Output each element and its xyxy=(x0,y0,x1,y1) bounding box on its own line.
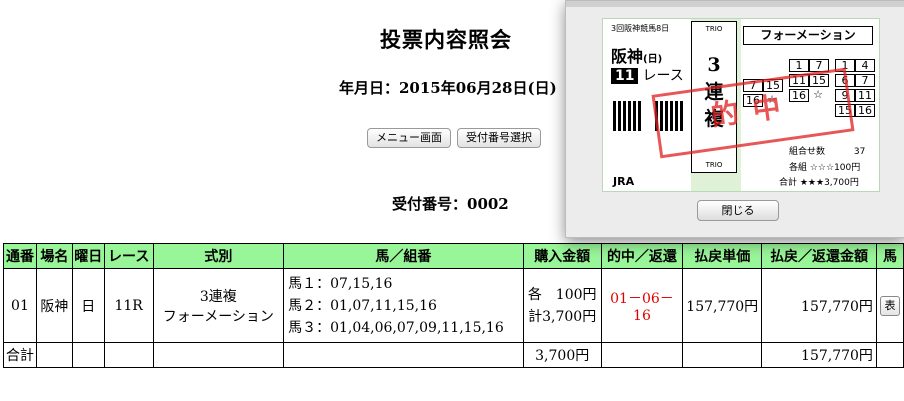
ticket-count-label: 組合せ数 xyxy=(789,147,826,157)
bet-method-text: フォーメーション xyxy=(162,308,274,325)
table-row: 01 阪神 日 11R 3連複 フォーメーション 馬１：07,15,16 馬２：… xyxy=(3,268,904,343)
receipt-number: 受付番号：0002 xyxy=(392,195,509,213)
header-race: レース xyxy=(103,243,154,269)
ticket-image: 3回阪神競馬8日 阪神(日) 11 レース JRA TRIO 3 連 複 TRIO… xyxy=(602,18,880,192)
ticket-total-line: 合計 ★★★3,700円 xyxy=(779,178,859,188)
ticket-race-label: レース xyxy=(642,68,684,84)
popup-titlebar[interactable] xyxy=(566,1,904,7)
header-payout: 払戻／返還金額 xyxy=(761,243,877,269)
cell-unit-payout: 157,770円 xyxy=(682,268,763,343)
horse-number: 16 xyxy=(855,104,875,117)
ticket-each-line: 各組 ☆☆☆100円 xyxy=(789,163,861,173)
amount-total: 計3,700円 xyxy=(528,308,597,325)
total-amount: 3,700円 xyxy=(522,342,602,368)
close-button[interactable]: 閉じる xyxy=(697,200,779,221)
ticket-trio-top: TRIO xyxy=(705,25,723,33)
ticket-count-value: 37 xyxy=(853,147,866,157)
ticket-formation-label: フォーメーション xyxy=(743,26,873,45)
ticket-popup: 3回阪神競馬8日 阪神(日) 11 レース JRA TRIO 3 連 複 TRIO… xyxy=(565,0,904,238)
horse-number: 4 xyxy=(855,59,875,72)
total-label: 合計 xyxy=(3,342,37,368)
header-combination: 馬／組番 xyxy=(283,243,524,269)
cell-seq: 01 xyxy=(3,268,37,343)
bet-type-text: 3連複 xyxy=(199,288,237,305)
bet-result-table: 通番 場名 曜日 レース 式別 馬／組番 購入金額 的中／返還 払戻単価 払戻／… xyxy=(3,243,904,368)
horse-number: 1 xyxy=(789,59,809,72)
cell-hit: 01－06－ 16 xyxy=(600,268,684,343)
menu-button[interactable]: メニュー画面 xyxy=(367,128,451,148)
header-unit-payout: 払戻単価 xyxy=(682,243,763,269)
ticket-trio-bottom: TRIO xyxy=(705,161,723,169)
header-day: 曜日 xyxy=(71,243,105,269)
ticket-race-number: 11 xyxy=(611,68,639,84)
cell-detail: 表 xyxy=(875,268,904,343)
ticket-count: 組合せ数 37 xyxy=(789,144,865,157)
detail-button[interactable]: 表 xyxy=(879,295,900,316)
cell-race: 11R xyxy=(103,268,154,343)
table-header-row: 通番 場名 曜日 レース 式別 馬／組番 購入金額 的中／返還 払戻単価 払戻／… xyxy=(3,243,904,269)
horse-number: 11 xyxy=(855,89,875,102)
combo-line-3: 馬３：01,04,06,07,09,11,15,16 xyxy=(288,319,504,336)
cell-combination: 馬１：07,15,16 馬２：01,07,11,15,16 馬３：01,04,0… xyxy=(283,268,524,343)
ticket-place-name: 阪神 xyxy=(611,47,644,66)
cell-day: 日 xyxy=(71,268,105,343)
hit-line-1: 01－06－ xyxy=(610,290,674,307)
cell-payout: 157,770円 xyxy=(761,268,877,343)
horse-column-6: 4 7 11 16 xyxy=(855,59,875,119)
total-payout: 157,770円 xyxy=(761,342,877,368)
qr-code-icon xyxy=(613,101,643,131)
ticket-day: (日) xyxy=(643,54,663,65)
header-horse: 馬 xyxy=(875,243,904,269)
ticket-venue-line: 3回阪神競馬8日 xyxy=(611,24,670,33)
header-amount: 購入金額 xyxy=(522,243,602,269)
cell-venue: 阪神 xyxy=(35,268,73,343)
cell-bet-type: 3連複 フォーメーション xyxy=(152,268,285,343)
hit-line-2: 16 xyxy=(633,307,651,324)
ticket-bet-digit: 3 xyxy=(707,54,721,76)
ticket-jra: JRA xyxy=(613,175,635,188)
header-hit: 的中／返還 xyxy=(600,243,684,269)
horse-number: 7 xyxy=(855,74,875,87)
amount-each: 各 100円 xyxy=(527,286,597,303)
date-line: 年月日：2015年06月28日(日) xyxy=(339,79,557,97)
cell-amount: 各 100円 計3,700円 xyxy=(522,268,602,343)
ticket-place: 阪神(日) xyxy=(611,43,662,67)
combo-line-2: 馬２：01,07,11,15,16 xyxy=(288,297,437,314)
header-venue: 場名 xyxy=(35,243,73,269)
header-bet-type: 式別 xyxy=(152,243,285,269)
total-row: 合計 3,700円 157,770円 xyxy=(3,342,904,368)
page-title: 投票内容照会 xyxy=(380,27,512,52)
combo-line-1: 馬１：07,15,16 xyxy=(288,275,393,292)
ticket-race: 11 レース xyxy=(611,65,684,85)
receipt-select-button[interactable]: 受付番号選択 xyxy=(457,128,541,148)
header-seq: 通番 xyxy=(3,243,37,269)
